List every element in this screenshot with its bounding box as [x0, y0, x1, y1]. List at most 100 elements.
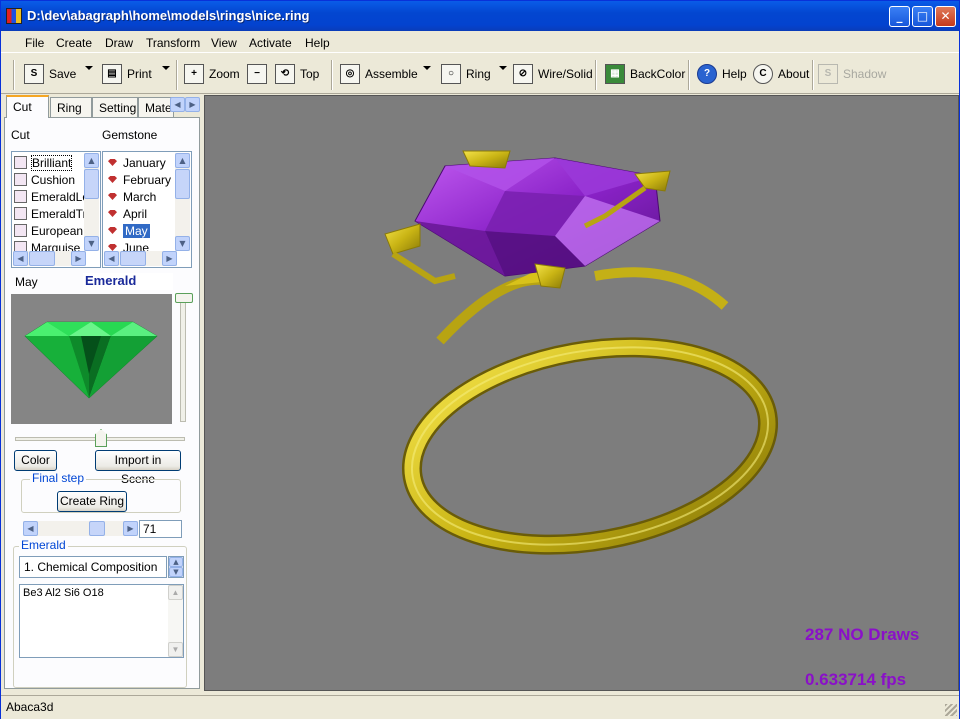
spin-down-button[interactable]: ▼ — [169, 567, 183, 577]
info-scrollbar[interactable]: ▲ ▼ — [168, 585, 183, 657]
list-item[interactable]: January — [105, 154, 166, 171]
zoom-button[interactable]: + Zoom — [184, 62, 240, 86]
print-dropdown-arrow[interactable] — [162, 66, 170, 70]
list-item[interactable]: April — [105, 205, 147, 222]
scroll-left-button[interactable]: ◀ — [104, 251, 119, 266]
scroll-left-button[interactable]: ◀ — [13, 251, 28, 266]
palette-icon: ▦ — [605, 64, 625, 84]
gem-icon — [108, 193, 117, 200]
menu-draw[interactable]: Draw — [105, 36, 133, 50]
scroll-thumb[interactable] — [120, 251, 146, 266]
cut-listbox[interactable]: Brilliant Cushion EmeraldLor EmeraldTra … — [11, 151, 101, 268]
draw-count-readout: 287 NO Draws — [805, 625, 920, 644]
toolbar-grip — [13, 60, 15, 90]
create-ring-button[interactable]: Create Ring — [57, 491, 127, 512]
list-item[interactable]: Cushion — [14, 171, 75, 188]
assemble-button[interactable]: ◎ Assemble — [340, 62, 418, 86]
toolbar-separator — [812, 60, 814, 90]
properties-panel: Cut Ring Setting Mate ◀ ▶ Cut Gemstone B… — [4, 95, 200, 691]
ring-button[interactable]: ○ Ring — [441, 62, 491, 86]
app-icon[interactable] — [6, 8, 22, 24]
list-item[interactable]: March — [105, 188, 156, 205]
list-item[interactable]: February — [105, 171, 171, 188]
menu-transform[interactable]: Transform — [146, 36, 200, 50]
cut-horizontal-scrollbar[interactable]: ◀ ▶ — [13, 251, 86, 266]
menu-view[interactable]: View — [211, 36, 237, 50]
window-title: D:\dev\abagraph\home\models\rings\nice.r… — [27, 8, 310, 23]
cut-shape-icon — [14, 190, 27, 203]
maximize-button[interactable]: □ — [912, 6, 933, 27]
list-item[interactable]: Brilliant — [14, 154, 73, 171]
ring-size-field[interactable]: 71 — [139, 520, 182, 538]
spin-up-button[interactable]: ▲ — [169, 557, 183, 567]
tab-cut[interactable]: Cut — [6, 95, 49, 118]
save-dropdown-arrow[interactable] — [85, 66, 93, 70]
minimize-button[interactable]: _ — [889, 6, 910, 27]
cut-vertical-scrollbar[interactable]: ▲ ▼ — [84, 153, 99, 251]
tab-scroll-right-button[interactable]: ▶ — [185, 97, 200, 112]
scroll-up-button[interactable]: ▲ — [84, 153, 99, 168]
assemble-dropdown-arrow[interactable] — [423, 66, 431, 70]
gemstone-horizontal-scrollbar[interactable]: ◀ ▶ — [104, 251, 177, 266]
menu-help[interactable]: Help — [305, 36, 330, 50]
tab-ring[interactable]: Ring — [50, 97, 92, 117]
ring-size-scrollbar[interactable]: ◀ ▶ — [23, 521, 138, 536]
scroll-up-button[interactable]: ▲ — [175, 153, 190, 168]
scroll-up-button[interactable]: ▲ — [168, 585, 183, 600]
tab-material[interactable]: Mate — [138, 97, 174, 117]
scroll-down-button[interactable]: ▼ — [84, 236, 99, 251]
list-item[interactable]: European — [14, 222, 83, 239]
gemstone-listbox[interactable]: January February March April May June ▲ … — [102, 151, 192, 268]
save-button[interactable]: S Save — [24, 62, 76, 86]
wire-solid-button[interactable]: ⊘ Wire/Solid — [513, 62, 593, 86]
close-button[interactable]: ✕ — [935, 6, 956, 27]
resize-grip-icon[interactable] — [945, 704, 957, 716]
list-item[interactable]: EmeraldLor — [14, 188, 93, 205]
scroll-right-button[interactable]: ▶ — [162, 251, 177, 266]
list-item-selected[interactable]: May — [105, 222, 150, 239]
scroll-thumb[interactable] — [89, 521, 105, 536]
about-button[interactable]: C About — [753, 62, 809, 86]
scroll-right-button[interactable]: ▶ — [71, 251, 86, 266]
gem-icon — [108, 244, 117, 251]
toolbar: S Save ▤ Print + Zoom − ⟲ Top ◎ Assemble ○ Rin… — [1, 54, 959, 94]
tab-scroll-left-button[interactable]: ◀ — [170, 97, 185, 112]
3d-viewport[interactable]: 287 NO Draws 0.633714 fps — [204, 95, 959, 691]
top-view-button[interactable]: ⟲ Top — [275, 62, 319, 86]
ring-dropdown-arrow[interactable] — [499, 66, 507, 70]
gem-icon — [108, 227, 117, 234]
vertical-slider-handle[interactable] — [175, 293, 193, 303]
cut-shape-icon — [14, 224, 27, 237]
scroll-thumb[interactable] — [175, 169, 190, 199]
menu-file[interactable]: File — [25, 36, 44, 50]
gem-preview[interactable] — [11, 294, 172, 424]
list-item[interactable]: EmeraldTra — [14, 205, 93, 222]
back-color-button[interactable]: ▦ BackColor — [605, 62, 685, 86]
info-category-spinner[interactable]: ▲ ▼ — [168, 556, 184, 578]
menu-create[interactable]: Create — [56, 36, 92, 50]
ring-model-render — [384, 150, 779, 555]
menu-activate[interactable]: Activate — [249, 36, 292, 50]
print-button[interactable]: ▤ Print — [102, 62, 152, 86]
shadow-button[interactable]: S Shadow — [818, 62, 886, 86]
horizontal-slider-handle[interactable] — [95, 429, 107, 447]
zoom-out-button[interactable]: − — [247, 62, 272, 86]
assemble-icon: ◎ — [340, 64, 360, 84]
info-text-area[interactable]: Be3 Al2 Si6 O18 ▲ ▼ — [19, 584, 184, 658]
scroll-left-button[interactable]: ◀ — [23, 521, 38, 536]
gemstone-vertical-scrollbar[interactable]: ▲ ▼ — [175, 153, 190, 251]
tab-setting[interactable]: Setting — [92, 97, 138, 117]
selected-stone-name: Emerald — [83, 273, 173, 290]
zoom-out-icon: − — [247, 64, 267, 84]
title-bar[interactable]: D:\dev\abagraph\home\models\rings\nice.r… — [1, 1, 959, 31]
info-category-field[interactable]: 1. Chemical Composition — [19, 556, 167, 578]
color-button[interactable]: Color — [14, 450, 57, 471]
scroll-thumb[interactable] — [29, 251, 55, 266]
scroll-down-button[interactable]: ▼ — [175, 236, 190, 251]
scroll-thumb[interactable] — [84, 169, 99, 199]
help-button[interactable]: ? Help — [697, 62, 747, 86]
scroll-right-button[interactable]: ▶ — [123, 521, 138, 536]
vertical-slider-track[interactable] — [180, 296, 186, 422]
scroll-down-button[interactable]: ▼ — [168, 642, 183, 657]
import-in-scene-button[interactable]: Import in Scene — [95, 450, 181, 486]
